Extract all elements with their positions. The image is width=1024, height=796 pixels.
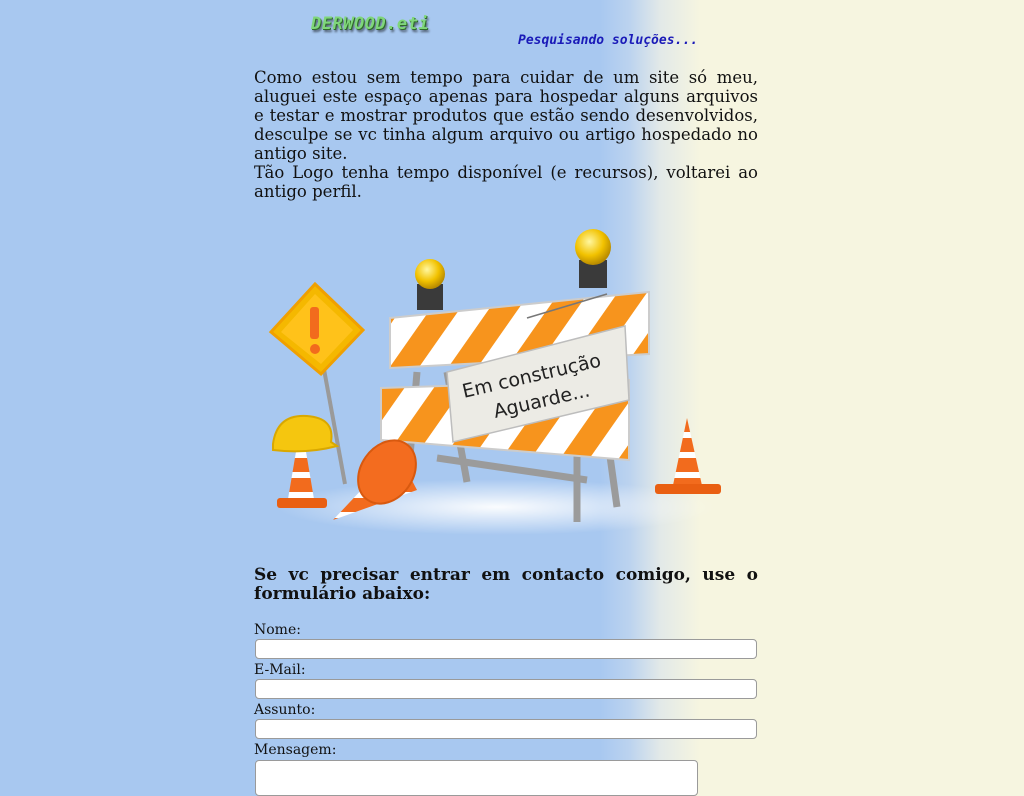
email-input[interactable]: [255, 679, 757, 699]
intro-paragraph-2: Tão Logo tenha tempo disponível (e recur…: [254, 163, 758, 201]
message-textarea[interactable]: [255, 760, 698, 796]
name-input[interactable]: [255, 639, 757, 659]
warning-sign-icon: [268, 281, 366, 485]
subject-input[interactable]: [255, 719, 757, 739]
email-label: E-Mail:: [254, 662, 306, 678]
contact-title: Se vc precisar entrar em contacto comigo…: [254, 565, 758, 604]
site-tagline: Pesquisando soluções...: [518, 33, 699, 48]
intro-text: Como estou sem tempo para cuidar de um s…: [254, 68, 758, 201]
intro-paragraph-1: Como estou sem tempo para cuidar de um s…: [254, 68, 758, 163]
contact-form: Nome: E-Mail: Assunto: Mensagem:: [254, 622, 758, 796]
subject-label: Assunto:: [254, 702, 316, 718]
traffic-cone-right-icon: [655, 418, 721, 494]
warning-lamp-left-icon: [415, 259, 445, 310]
name-label: Nome:: [254, 622, 301, 638]
ground-shadow: [277, 479, 717, 535]
warning-lamp-right-icon: [575, 229, 611, 288]
under-construction-illustration: Em construção Aguarde...: [268, 229, 721, 535]
site-logo: DERWOOD.eti: [311, 14, 430, 34]
message-label: Mensagem:: [254, 742, 337, 758]
